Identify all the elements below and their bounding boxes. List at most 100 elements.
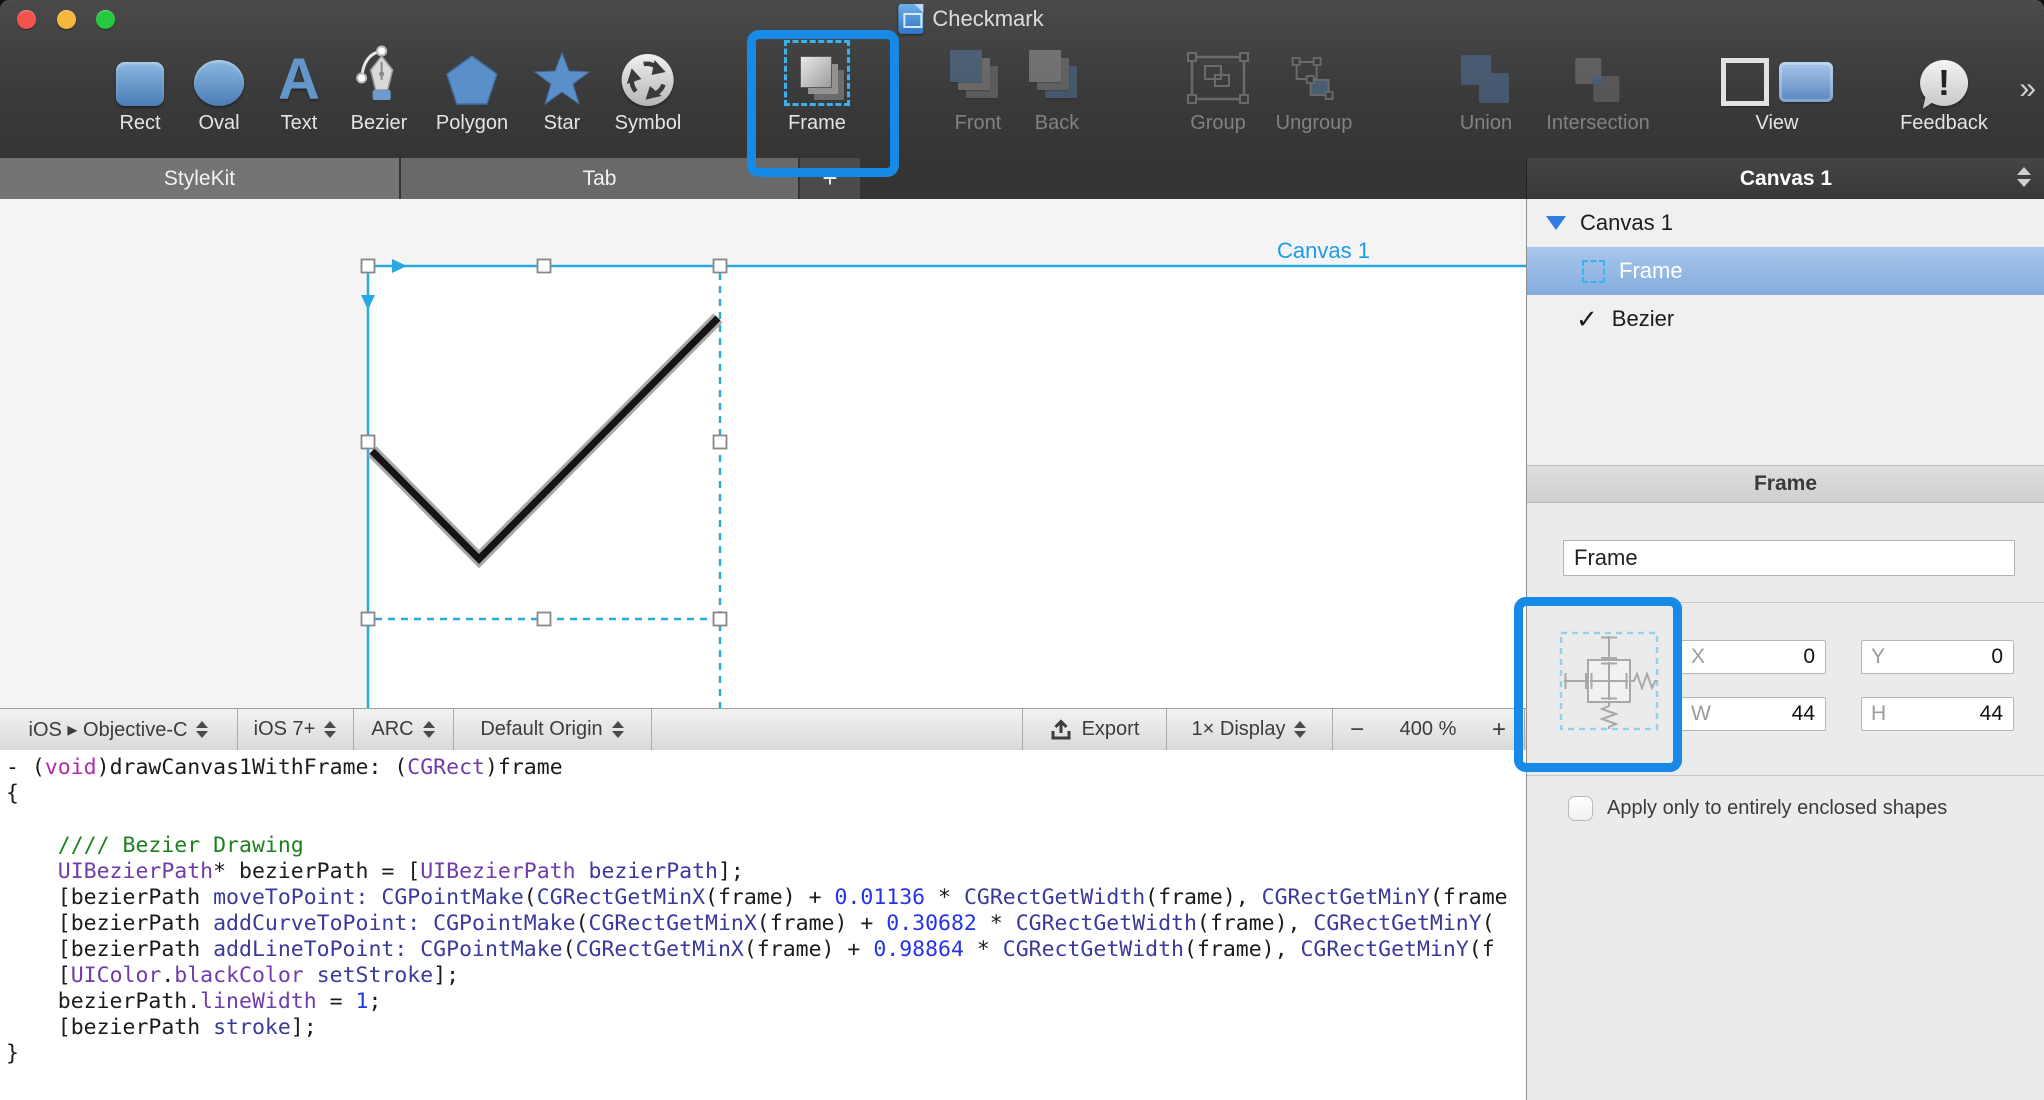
- layer-row-canvas-1[interactable]: Canvas 1: [1527, 199, 2044, 247]
- tool-symbol[interactable]: Symbol: [615, 38, 682, 135]
- zoom-level: 400 %: [1400, 718, 1457, 741]
- selection-handle[interactable]: [538, 613, 551, 626]
- zoom-in-button[interactable]: +: [1492, 716, 1506, 744]
- zoom-control: − 400 % +: [1332, 709, 1525, 750]
- checkmark-shape[interactable]: [372, 318, 718, 559]
- stepper-icon: [423, 721, 435, 738]
- selection-handle[interactable]: [714, 260, 727, 273]
- polygon-icon: [436, 38, 508, 106]
- tool-text[interactable]: AText: [278, 38, 320, 135]
- tool-label: Group: [1185, 112, 1251, 135]
- layer-list: Canvas 1 Frame ✓ Bezier: [1527, 199, 2044, 465]
- w-field[interactable]: W 44: [1681, 697, 1826, 731]
- checkmark-layer-icon: ✓: [1576, 309, 1598, 329]
- pen-icon: [351, 38, 408, 106]
- layer-row-bezier[interactable]: ✓ Bezier: [1527, 295, 2044, 343]
- field-value: 44: [1792, 702, 1815, 726]
- h-field[interactable]: H 44: [1861, 697, 2014, 731]
- tab-bar: StyleKit Tab +: [0, 158, 1526, 200]
- inspector-panel: Canvas 1Frame✓Bezier Frame X0Y0W44H44 Ap…: [1526, 199, 2044, 1100]
- tool-oval[interactable]: Oval: [194, 38, 244, 135]
- field-value: 44: [1980, 702, 2003, 726]
- display-scale-picker[interactable]: 1× Display: [1166, 709, 1333, 750]
- tool-front: Front: [950, 38, 1006, 135]
- panel-sort-control[interactable]: [2017, 167, 2031, 187]
- enclosed-shapes-option: Apply only to entirely enclosed shapes: [1568, 796, 1947, 821]
- tool-view[interactable]: View: [1721, 38, 1833, 135]
- stepper-icon: [324, 721, 336, 738]
- enclosed-shapes-checkbox[interactable]: [1568, 796, 1593, 821]
- layer-label: Canvas 1: [1580, 210, 1673, 236]
- selection-handle[interactable]: [714, 436, 727, 449]
- os-version-picker[interactable]: iOS 7+: [237, 709, 354, 750]
- feedback-icon: !: [1900, 38, 1988, 106]
- tool-polygon[interactable]: Polygon: [436, 38, 508, 135]
- tool-intersection: Intersection: [1546, 38, 1649, 135]
- selection-handle[interactable]: [362, 613, 375, 626]
- main-toolbar: Checkmark Rect Oval AText Bezier Polygon Star…: [0, 0, 2044, 159]
- layer-label: Bezier: [1612, 306, 1674, 332]
- canvas-name-label[interactable]: Canvas 1: [1277, 238, 1370, 263]
- view-icon: [1721, 38, 1833, 106]
- frame-section-header: Frame: [1527, 465, 2044, 503]
- layers-front-icon: [950, 38, 1006, 106]
- oval-icon: [194, 38, 244, 106]
- code-line: UIBezierPath* bezierPath = [UIBezierPath…: [6, 859, 1526, 885]
- canvas-area[interactable]: Canvas 1: [0, 199, 1526, 708]
- export-icon: [1049, 718, 1073, 742]
- close-button[interactable]: [17, 10, 36, 29]
- frame-name-input[interactable]: [1563, 540, 2015, 576]
- origin-picker[interactable]: Default Origin: [453, 709, 652, 750]
- code-line: [bezierPath moveToPoint: CGPointMake(CGR…: [6, 885, 1526, 911]
- code-line: [bezierPath addCurveToPoint: CGPointMake…: [6, 911, 1526, 937]
- y-axis-arrow-icon: [361, 295, 375, 310]
- tab-tab[interactable]: Tab: [401, 158, 798, 199]
- field-value: 0: [1803, 645, 1815, 669]
- resizing-behavior-control[interactable]: [1555, 627, 1663, 735]
- tool-label: Star: [534, 112, 590, 135]
- tool-label: Intersection: [1546, 112, 1649, 135]
- tab-stylekit[interactable]: StyleKit: [0, 158, 399, 199]
- layers-back-icon: [1029, 38, 1085, 106]
- field-label: X: [1691, 645, 1705, 669]
- code-line: [6, 807, 1526, 833]
- window-title: Checkmark: [898, 4, 1043, 34]
- generated-code-view[interactable]: - (void)drawCanvas1WithFrame: (CGRect)fr…: [0, 750, 1526, 1100]
- y-field[interactable]: Y0: [1861, 640, 2014, 674]
- selection-handle[interactable]: [362, 436, 375, 449]
- tool-feedback[interactable]: !Feedback: [1900, 38, 1988, 135]
- paintcode-window: Checkmark Rect Oval AText Bezier Polygon Star…: [0, 0, 2044, 1100]
- tool-star[interactable]: Star: [534, 38, 590, 135]
- zoom-out-button[interactable]: −: [1350, 716, 1364, 744]
- checkmark-shape-halo: [372, 318, 718, 559]
- add-tab-button[interactable]: +: [800, 158, 860, 199]
- code-line: }: [6, 1041, 1526, 1067]
- document-icon: [898, 4, 923, 34]
- code-line: {: [6, 781, 1526, 807]
- code-line: [bezierPath addLineToPoint: CGPointMake(…: [6, 937, 1526, 963]
- x-field[interactable]: X0: [1681, 640, 1826, 674]
- code-line: //// Bezier Drawing: [6, 833, 1526, 859]
- selection-handle[interactable]: [362, 260, 375, 273]
- field-label: W: [1691, 702, 1711, 726]
- window-title-text: Checkmark: [932, 6, 1043, 32]
- tool-label: Polygon: [436, 112, 508, 135]
- selection-handle[interactable]: [714, 613, 727, 626]
- memory-model-picker[interactable]: ARC: [353, 709, 454, 750]
- intersection-icon: [1546, 38, 1649, 106]
- export-button[interactable]: Export: [1022, 709, 1167, 750]
- selection-handle[interactable]: [538, 260, 551, 273]
- tool-union: Union: [1458, 38, 1514, 135]
- frame-icon: [784, 38, 850, 106]
- zoom-button[interactable]: [96, 10, 115, 29]
- disclosure-triangle-icon[interactable]: [1546, 216, 1566, 230]
- minimize-button[interactable]: [57, 10, 76, 29]
- toolbar-overflow-icon[interactable]: »: [2019, 72, 2032, 106]
- tool-frame[interactable]: Frame: [784, 38, 850, 135]
- tool-bezier[interactable]: Bezier: [351, 38, 408, 135]
- field-label: H: [1871, 702, 1886, 726]
- tool-rect[interactable]: Rect: [116, 38, 164, 135]
- platform-language-picker[interactable]: iOS ▸ Objective-C: [0, 709, 238, 750]
- layer-row-frame[interactable]: Frame: [1527, 247, 2044, 295]
- code-line: - (void)drawCanvas1WithFrame: (CGRect)fr…: [6, 755, 1526, 781]
